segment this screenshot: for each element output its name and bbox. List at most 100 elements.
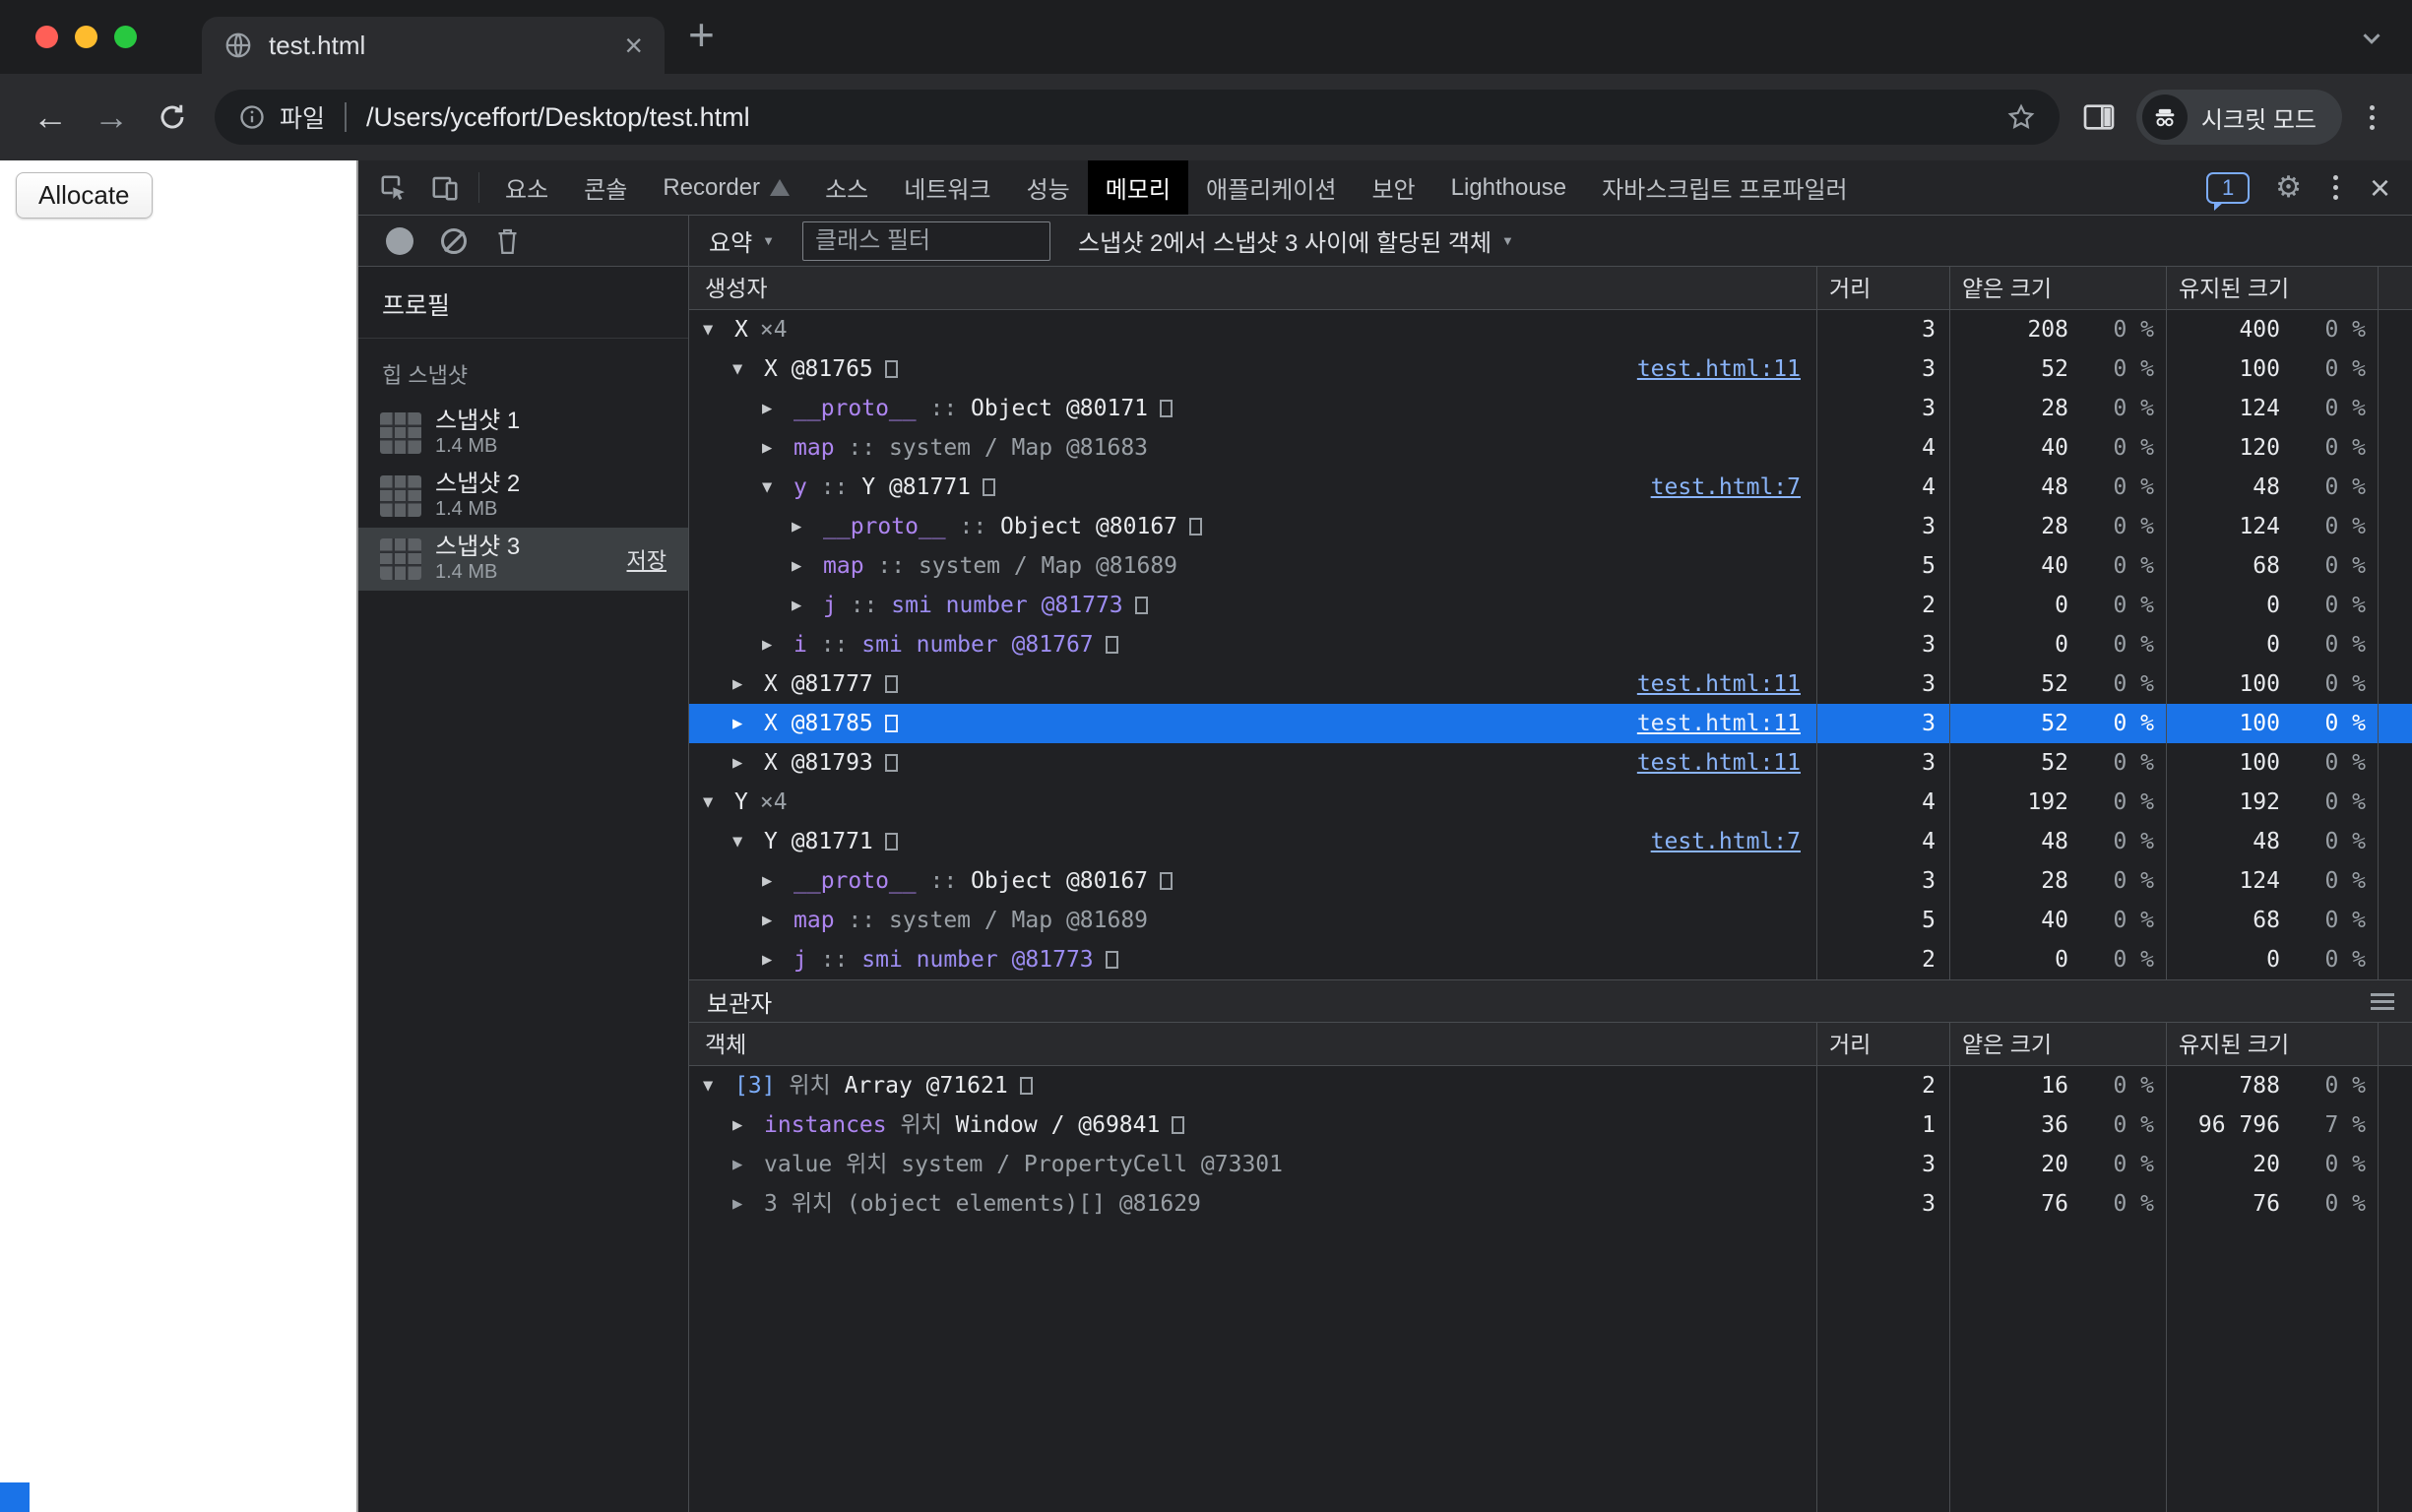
constructors-header[interactable]: 생성자 거리 얕은 크기 유지된 크기 [689,267,2412,310]
settings-gear-icon[interactable]: ⚙ [2265,170,2312,205]
source-link[interactable]: test.html:7 [1651,468,1816,507]
reveal-box-icon[interactable] [983,478,995,496]
source-link[interactable]: test.html:7 [1651,822,1816,861]
devtools-menu-kebab-icon[interactable] [2317,175,2354,200]
expand-arrow-icon[interactable]: ▶ [732,704,764,743]
url-bar[interactable]: 파일 /Users/yceffort/Desktop/test.html [215,90,2060,145]
snapshot-item[interactable]: 스냅샷 31.4 MB저장 [358,528,688,591]
constructor-row[interactable]: ▶X @81777test.html:113520 %1000 % [689,664,2412,704]
expand-arrow-icon[interactable]: ▶ [762,428,793,468]
retainer-row[interactable]: ▶3 위치 (object elements)[] @816293760 %76… [689,1184,2412,1224]
constructor-row[interactable]: ▶__proto__ :: Object @801673280 %1240 % [689,861,2412,901]
snapshot-item[interactable]: 스냅샷 11.4 MB [358,402,688,465]
collapse-arrow-icon[interactable]: ▼ [762,468,793,507]
reveal-box-icon[interactable] [1160,400,1173,417]
retainer-row[interactable]: ▶instances 위치 Window / @698411360 %96 79… [689,1105,2412,1145]
close-window-button[interactable] [35,26,58,48]
column-shallow-size[interactable]: 얕은 크기 [1949,1023,2166,1066]
allocate-button[interactable]: Allocate [16,172,153,219]
new-tab-button[interactable]: + [688,12,715,63]
column-distance[interactable]: 거리 [1816,1023,1949,1066]
browser-tab[interactable]: test.html × [202,17,665,74]
site-info-icon[interactable] [238,103,266,131]
column-retained-size[interactable]: 유지된 크기 [2166,1023,2378,1066]
perspective-dropdown[interactable]: 요약 ▼ [709,223,775,258]
expand-arrow-icon[interactable]: ▶ [732,1184,764,1224]
collapse-arrow-icon[interactable]: ▼ [732,822,764,861]
devtools-tab[interactable]: 요소 [487,160,566,215]
expand-arrow-icon[interactable]: ▶ [732,664,764,704]
collapse-arrow-icon[interactable]: ▼ [732,349,764,389]
clear-profiles-button[interactable] [441,228,467,254]
reveal-box-icon[interactable] [1106,951,1118,969]
retainer-row[interactable]: ▶value 위치 system / PropertyCell @7330132… [689,1145,2412,1184]
tab-search-chevron-icon[interactable] [2357,24,2386,58]
reveal-box-icon[interactable] [1189,518,1202,536]
source-link[interactable]: test.html:11 [1637,743,1816,783]
expand-arrow-icon[interactable]: ▶ [792,546,823,586]
tab-close-icon[interactable]: × [624,30,643,61]
constructor-row[interactable]: ▼Y×441920 %1920 % [689,783,2412,822]
allocation-range-dropdown[interactable]: 스냅샷 2에서 스냅샷 3 사이에 할당된 객체 ▼ [1078,223,1514,258]
expand-arrow-icon[interactable]: ▶ [792,507,823,546]
reveal-box-icon[interactable] [885,675,898,693]
reveal-box-icon[interactable] [885,360,898,378]
class-filter-input[interactable] [802,221,1050,261]
devtools-tab[interactable]: Recorder [645,160,807,215]
forward-button[interactable]: → [83,89,140,146]
column-distance[interactable]: 거리 [1816,267,1949,310]
retainers-menu-icon[interactable] [2371,993,2394,1010]
constructor-row[interactable]: ▶j :: smi number @81773200 %00 % [689,940,2412,979]
devtools-tab[interactable]: 콘솔 [566,160,645,215]
retainers-header[interactable]: 객체 거리 얕은 크기 유지된 크기 [689,1023,2412,1066]
constructor-row[interactable]: ▼X×432080 %4000 % [689,310,2412,349]
source-link[interactable]: test.html:11 [1637,349,1816,389]
constructor-row[interactable]: ▶__proto__ :: Object @801673280 %1240 % [689,507,2412,546]
devtools-tab[interactable]: Lighthouse [1433,160,1584,215]
devtools-tab[interactable]: 자바스크립트 프로파일러 [1584,160,1866,215]
constructor-row[interactable]: ▶i :: smi number @81767300 %00 % [689,625,2412,664]
minimize-window-button[interactable] [75,26,97,48]
constructor-row[interactable]: ▼Y @81771test.html:74480 %480 % [689,822,2412,861]
browser-menu-kebab-icon[interactable] [2354,105,2390,130]
device-toolbar-icon[interactable] [419,160,471,215]
column-object[interactable]: 객체 [689,1023,1816,1066]
constructor-row[interactable]: ▶X @81793test.html:113520 %1000 % [689,743,2412,783]
source-link[interactable]: test.html:11 [1637,664,1816,704]
back-button[interactable]: ← [22,89,79,146]
column-shallow-size[interactable]: 얕은 크기 [1949,267,2166,310]
devtools-tab[interactable]: 메모리 [1088,160,1188,215]
retainer-row[interactable]: ▼[3] 위치 Array @716212160 %7880 % [689,1066,2412,1105]
devtools-close-icon[interactable]: × [2360,170,2400,206]
reveal-box-icon[interactable] [1020,1077,1033,1095]
snapshot-item[interactable]: 스냅샷 21.4 MB [358,465,688,528]
side-panel-icon[interactable] [2083,103,2115,131]
constructor-row[interactable]: ▶map :: system / Map @816834400 %1200 % [689,428,2412,468]
expand-arrow-icon[interactable]: ▶ [762,901,793,940]
expand-arrow-icon[interactable]: ▶ [762,389,793,428]
devtools-tab[interactable]: 네트워크 [886,160,1008,215]
reveal-box-icon[interactable] [1160,872,1173,890]
collapse-arrow-icon[interactable]: ▼ [703,310,734,349]
reload-button[interactable] [144,89,201,146]
constructor-row[interactable]: ▼y :: Y @81771test.html:74480 %480 % [689,468,2412,507]
reveal-box-icon[interactable] [885,754,898,772]
inspect-element-icon[interactable] [368,160,419,215]
source-link[interactable]: test.html:11 [1637,704,1816,743]
constructor-row[interactable]: ▶X @81785test.html:113520 %1000 % [689,704,2412,743]
devtools-tab[interactable]: 보안 [1354,160,1432,215]
snapshot-save-link[interactable]: 저장 [627,543,674,575]
reveal-box-icon[interactable] [1106,636,1118,654]
expand-arrow-icon[interactable]: ▶ [792,586,823,625]
collapse-arrow-icon[interactable]: ▼ [703,1066,734,1105]
record-heap-snapshot-button[interactable] [386,227,413,255]
constructor-row[interactable]: ▶j :: smi number @81773200 %00 % [689,586,2412,625]
reveal-box-icon[interactable] [1172,1116,1184,1134]
expand-arrow-icon[interactable]: ▶ [762,625,793,664]
reveal-box-icon[interactable] [885,833,898,850]
delete-profile-icon[interactable] [494,226,521,256]
expand-arrow-icon[interactable]: ▶ [762,940,793,979]
expand-arrow-icon[interactable]: ▶ [732,743,764,783]
column-retained-size[interactable]: 유지된 크기 [2166,267,2378,310]
reveal-box-icon[interactable] [1135,597,1148,614]
